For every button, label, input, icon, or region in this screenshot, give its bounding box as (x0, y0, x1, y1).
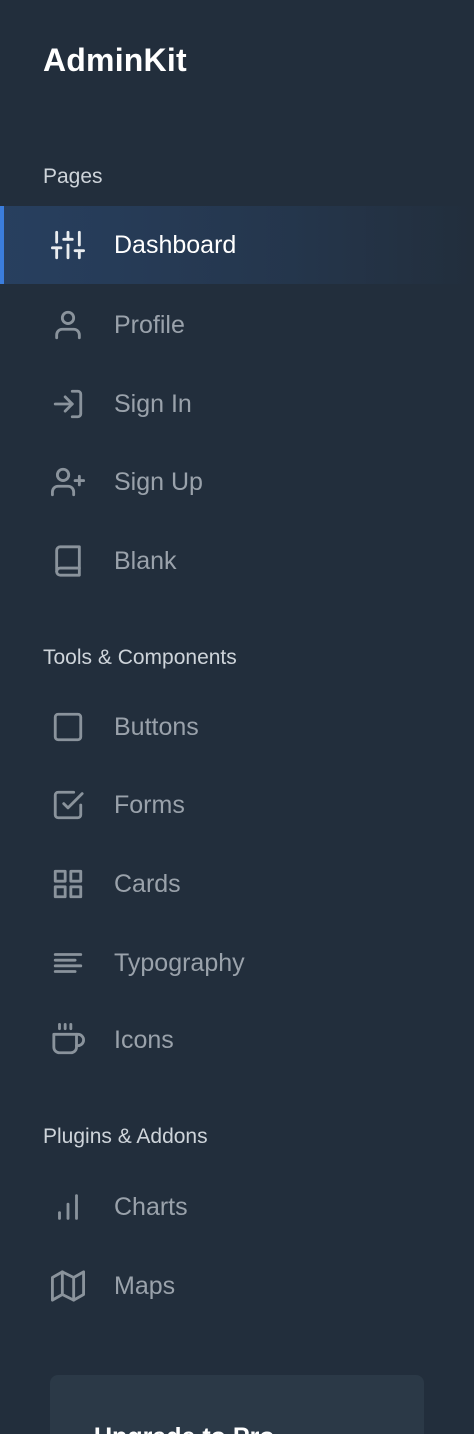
sidebar-item-label: Profile (114, 311, 185, 339)
section-header-pages: Pages (43, 165, 103, 188)
square-icon (50, 709, 86, 745)
sidebar-item-sign-in[interactable]: Sign In (0, 365, 474, 443)
sidebar-item-typography[interactable]: Typography (0, 924, 474, 1002)
sidebar-item-label: Blank (114, 547, 177, 575)
coffee-icon (50, 1022, 86, 1058)
section-header-plugins: Plugins & Addons (43, 1125, 208, 1148)
sidebar: AdminKit Pages Dashboard Profile Sign In… (0, 0, 474, 1434)
sidebar-item-forms[interactable]: Forms (0, 766, 474, 844)
upgrade-title: Upgrade to Pro (94, 1423, 275, 1434)
brand-logo[interactable]: AdminKit (43, 38, 187, 82)
sidebar-item-label: Icons (114, 1026, 174, 1054)
grid-icon (50, 866, 86, 902)
sidebar-item-label: Typography (114, 949, 245, 977)
sidebar-item-dashboard[interactable]: Dashboard (0, 206, 474, 284)
sidebar-item-label: Dashboard (114, 231, 237, 259)
sidebar-item-maps[interactable]: Maps (0, 1247, 474, 1325)
log-in-icon (50, 386, 86, 422)
sidebar-item-label: Charts (114, 1193, 188, 1221)
sidebar-item-label: Buttons (114, 713, 199, 741)
sidebar-item-label: Maps (114, 1272, 176, 1300)
sliders-icon (50, 227, 86, 263)
sidebar-item-label: Forms (114, 791, 185, 819)
sidebar-item-charts[interactable]: Charts (0, 1168, 474, 1246)
user-icon (50, 307, 86, 343)
sidebar-item-sign-up[interactable]: Sign Up (0, 443, 474, 521)
map-icon (50, 1268, 86, 1304)
user-plus-icon (50, 464, 86, 500)
sidebar-item-label: Sign Up (114, 468, 203, 496)
sidebar-item-blank[interactable]: Blank (0, 522, 474, 600)
check-square-icon (50, 787, 86, 823)
section-header-tools: Tools & Components (43, 646, 237, 669)
sidebar-item-icons[interactable]: Icons (0, 1001, 474, 1079)
bar-chart-icon (50, 1189, 86, 1225)
book-icon (50, 543, 86, 579)
sidebar-item-label: Sign In (114, 390, 192, 418)
sidebar-item-buttons[interactable]: Buttons (0, 688, 474, 766)
sidebar-item-label: Cards (114, 870, 181, 898)
upgrade-card: Upgrade to Pro (50, 1375, 424, 1434)
sidebar-item-cards[interactable]: Cards (0, 845, 474, 923)
sidebar-item-profile[interactable]: Profile (0, 286, 474, 364)
align-left-icon (50, 945, 86, 981)
